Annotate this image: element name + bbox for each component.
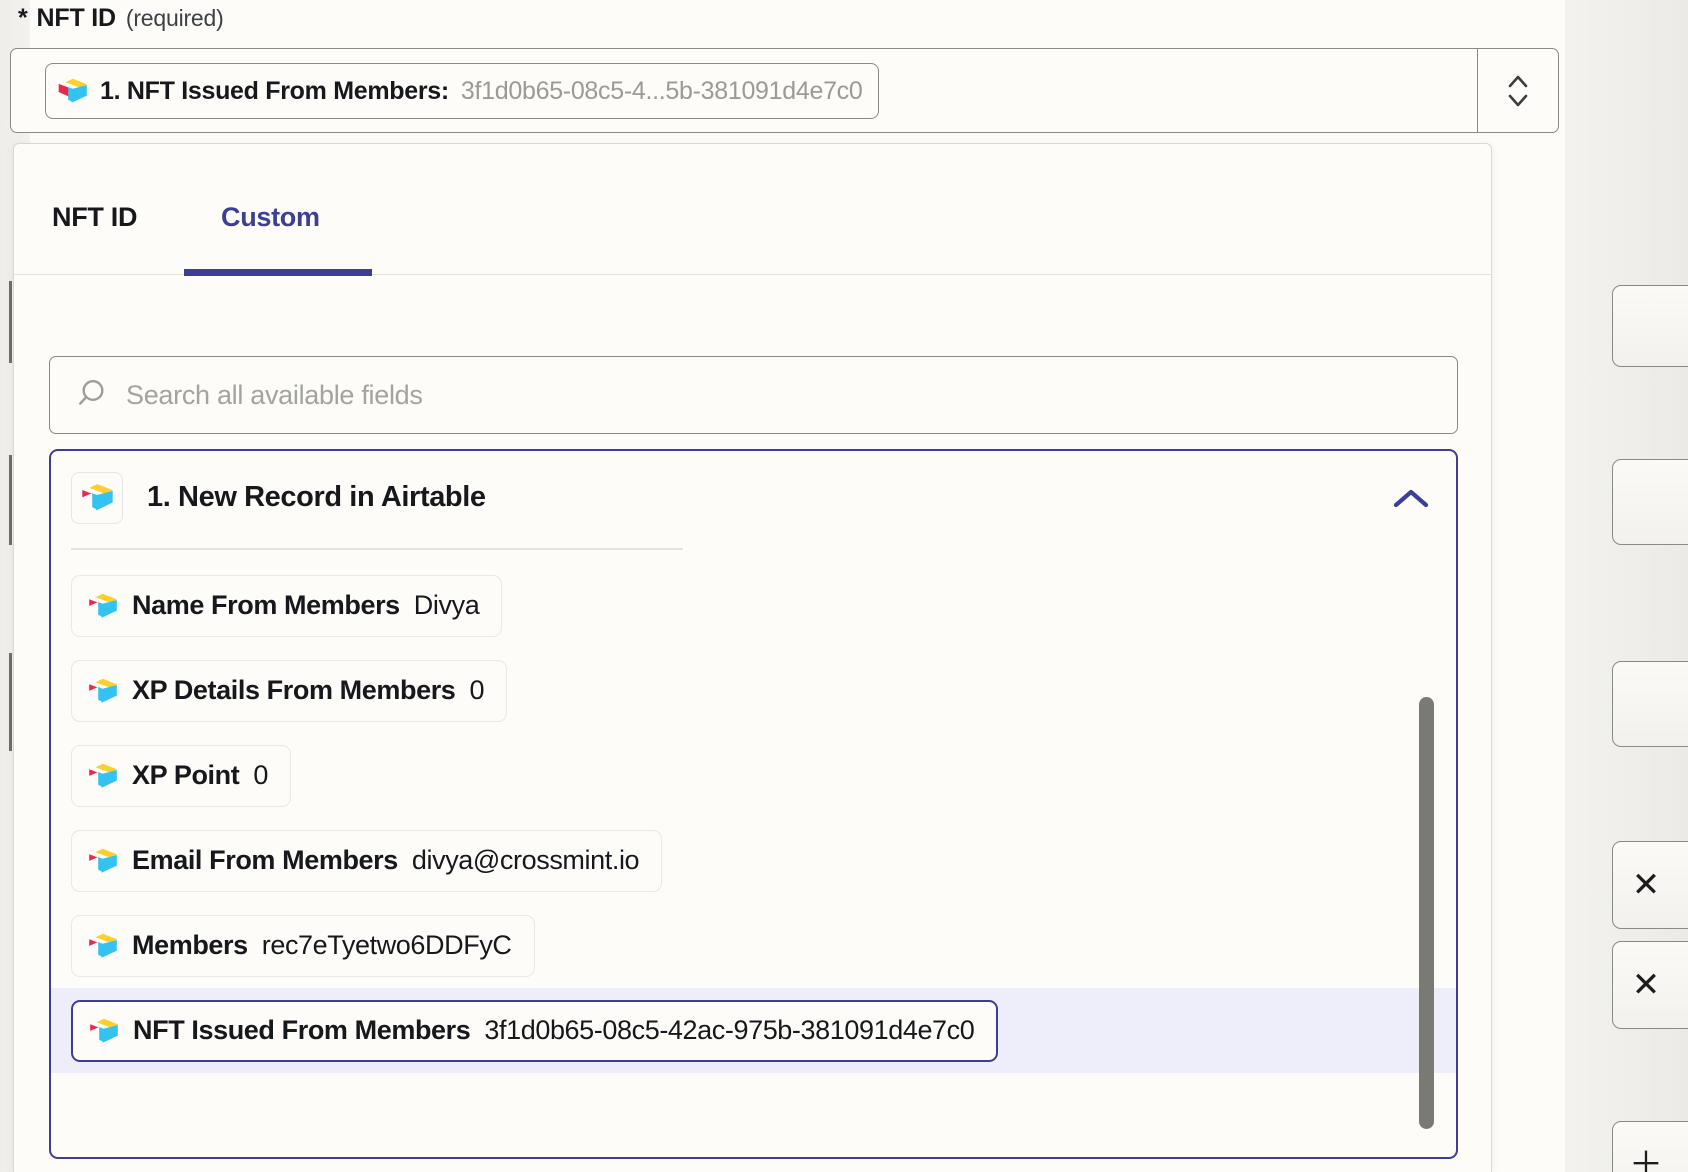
field-chip[interactable]: Email From Members divya@crossmint.io — [71, 829, 663, 892]
token-label: 1. NFT Issued From Members: — [100, 76, 449, 105]
field-chip-value: 0 — [469, 675, 485, 705]
required-asterisk: * — [18, 4, 28, 32]
select-value-area[interactable]: 1. NFT Issued From Members: 3f1d0b65-08c… — [11, 49, 1477, 132]
popover-tabs: NFT ID Custom — [14, 144, 1491, 276]
field-chip-value: Divya — [413, 590, 480, 620]
airtable-icon — [89, 1018, 119, 1044]
field-chip-label: Email From Members — [132, 845, 398, 875]
background-card[interactable] — [1612, 459, 1688, 545]
field-chip-label: Name From Members — [132, 590, 400, 620]
airtable-icon — [88, 933, 118, 959]
search-field[interactable] — [49, 356, 1458, 434]
field-chip-label: XP Point — [132, 760, 240, 790]
field-picker-popover: NFT ID Custom Search all available field… — [13, 143, 1492, 1172]
field-chip-value: divya@crossmint.io — [411, 845, 640, 875]
field-chip-value: 3f1d0b65-08c5-42ac-975b-381091d4e7c0 — [484, 1015, 975, 1045]
required-note: (required) — [125, 5, 224, 31]
tab-custom[interactable]: Custom — [221, 202, 320, 233]
close-icon: ✕ — [1631, 866, 1661, 904]
airtable-icon — [88, 678, 118, 704]
group-divider — [71, 548, 683, 550]
field-group-airtable: 1. New Record in Airtable Name From Memb… — [49, 449, 1458, 1159]
airtable-icon — [88, 593, 118, 619]
list-item-selected[interactable]: NFT Issued From Members 3f1d0b65-08c5-42… — [51, 988, 1456, 1073]
list-item[interactable]: Name From Members Divya — [51, 563, 1456, 648]
add-button[interactable]: ＋ — [1612, 1121, 1688, 1172]
field-chip-value: rec7eTyetwo6DDFyC — [261, 930, 512, 960]
airtable-icon — [71, 471, 123, 524]
close-icon: ✕ — [1631, 966, 1661, 1004]
field-list: Name From Members Divya XP Details From … — [51, 555, 1456, 1157]
airtable-icon — [88, 848, 118, 874]
field-label-text: NFT ID — [36, 4, 117, 32]
field-chip-label: NFT Issued From Members — [133, 1015, 471, 1045]
field-label: * NFT ID (required) — [18, 4, 224, 33]
tab-nft-id[interactable]: NFT ID — [52, 202, 137, 233]
chevron-up-down-icon[interactable] — [1477, 49, 1558, 132]
list-item[interactable]: XP Point 0 — [51, 733, 1456, 818]
background-card-glyph — [1613, 286, 1688, 366]
background-card[interactable] — [1612, 661, 1688, 747]
field-group-title: 1. New Record in Airtable — [147, 481, 486, 513]
background-card-glyph — [1613, 662, 1688, 746]
field-chip[interactable]: XP Details From Members 0 — [71, 659, 508, 722]
left-edge-marker — [9, 281, 12, 363]
remove-button[interactable]: ✕ — [1612, 941, 1688, 1029]
list-item[interactable]: Members rec7eTyetwo6DDFyC — [51, 903, 1456, 988]
left-edge-marker — [9, 455, 12, 545]
left-edge-marker — [9, 653, 12, 751]
field-chip[interactable]: NFT Issued From Members 3f1d0b65-08c5-42… — [71, 999, 999, 1062]
token-value: 3f1d0b65-08c5-4...5b-381091d4e7c0 — [460, 76, 863, 105]
search-input[interactable] — [126, 357, 1457, 433]
field-chip-value: 0 — [253, 760, 268, 790]
screen: ✕ ✕ ＋ * NFT ID (required) 1. NFT Issued … — [0, 0, 1688, 1172]
list-scrollbar-thumb[interactable] — [1419, 697, 1434, 1129]
remove-button[interactable]: ✕ — [1612, 841, 1688, 929]
field-chip[interactable]: Members rec7eTyetwo6DDFyC — [71, 914, 535, 977]
field-chip[interactable]: Name From Members Divya — [71, 574, 503, 637]
active-tab-indicator — [184, 269, 372, 276]
airtable-icon — [88, 763, 118, 789]
list-item[interactable]: XP Details From Members 0 — [51, 648, 1456, 733]
search-icon — [74, 376, 108, 415]
field-chip[interactable]: XP Point 0 — [71, 744, 291, 807]
field-chip-label: Members — [132, 930, 248, 960]
airtable-icon — [58, 78, 88, 104]
list-item[interactable]: Email From Members divya@crossmint.io — [51, 818, 1456, 903]
selected-field-token[interactable]: 1. NFT Issued From Members: 3f1d0b65-08c… — [45, 63, 880, 119]
background-card[interactable] — [1612, 285, 1688, 367]
chevron-up-icon[interactable] — [1388, 479, 1434, 519]
nft-id-select[interactable]: 1. NFT Issued From Members: 3f1d0b65-08c… — [10, 48, 1559, 133]
plus-icon: ＋ — [1629, 1146, 1663, 1172]
field-group-header[interactable]: 1. New Record in Airtable — [51, 451, 1456, 544]
background-card-glyph — [1613, 460, 1688, 544]
field-chip-label: XP Details From Members — [132, 675, 456, 705]
